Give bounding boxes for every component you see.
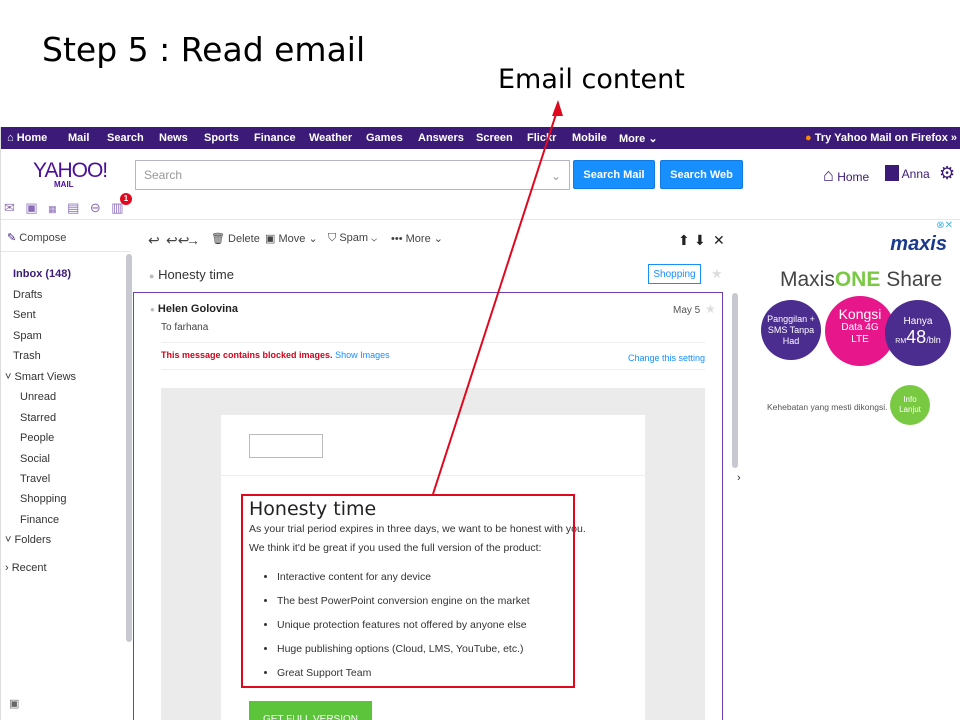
callout-arrow-head	[552, 100, 563, 116]
callout-arrow	[432, 100, 563, 495]
callout-arrow-line	[432, 107, 559, 495]
